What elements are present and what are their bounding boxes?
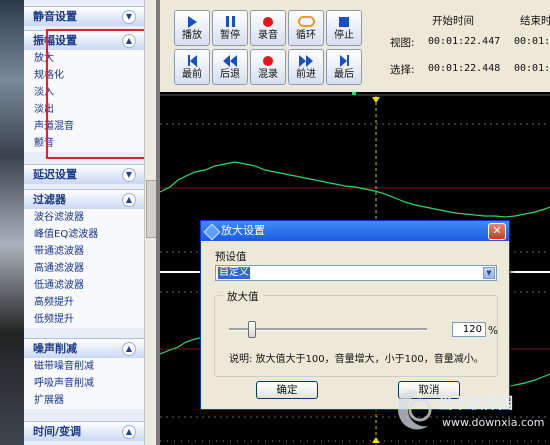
transport-panel: 播放 暂停 录音 循环 停止 最前 后退 混录 前进 最后 开始时间 结束时 视… — [160, 0, 550, 92]
end-time-header: 结束时 — [520, 15, 550, 27]
loop-button[interactable]: 循环 — [288, 10, 324, 46]
group-header-time-pitch[interactable]: 时间/变调 ▲ — [24, 421, 144, 441]
rewind-icon — [213, 53, 247, 68]
app-icon — [203, 223, 221, 241]
dialog-title-bar[interactable]: 放大设置 ✕ — [201, 221, 509, 241]
group-title: 时间/变调 — [33, 425, 82, 438]
effect-item-notch-filter[interactable]: 波谷滤波器 — [24, 209, 144, 226]
button-label: 前进 — [296, 69, 316, 80]
chevron-up-icon[interactable]: ▲ — [122, 425, 136, 439]
amplify-slider-track[interactable] — [229, 328, 427, 331]
amplify-group-label: 放大值 — [223, 289, 263, 304]
amplify-slider-thumb[interactable] — [248, 321, 256, 338]
mix-record-button[interactable]: 混录 — [250, 49, 286, 85]
group-mute: 静音设置 ▼ — [24, 6, 144, 26]
ok-button[interactable]: 确定 — [256, 381, 318, 399]
forward-icon — [289, 53, 323, 68]
go-start-icon — [175, 53, 209, 68]
selection-start-time: 00:01:22.448 — [428, 63, 501, 74]
loop-icon — [297, 16, 315, 27]
group-title: 过滤器 — [33, 193, 66, 206]
selection-label: 选择: — [390, 64, 415, 76]
group-header-noise-reduction[interactable]: 噪声削减 ▲ — [24, 338, 144, 358]
preset-dropdown[interactable]: 自定义 ▼ — [215, 265, 497, 281]
view-start-time: 00:01:22.447 — [428, 36, 501, 47]
group-header-filters[interactable]: 过滤器 ▲ — [24, 189, 144, 209]
pause-icon — [225, 16, 235, 27]
button-label: 最前 — [182, 69, 202, 80]
background-image-strip — [0, 0, 24, 445]
button-label: 最后 — [334, 69, 354, 80]
group-noise-reduction: 噪声削减 ▲ 磁带噪音削减 呼吸声音削减 扩展器 — [24, 338, 144, 409]
forward-button[interactable]: 前进 — [288, 49, 324, 85]
go-end-icon — [327, 53, 361, 68]
watermark: 当下软件园 www.downxia.com — [397, 390, 544, 430]
chevron-down-icon[interactable]: ▼ — [122, 168, 136, 182]
group-title: 静音设置 — [33, 10, 77, 23]
view-label: 视图: — [390, 37, 415, 49]
chevron-down-icon[interactable]: ▼ — [122, 10, 136, 24]
chevron-up-icon[interactable]: ▲ — [122, 342, 136, 356]
play-button[interactable]: 播放 — [174, 10, 210, 46]
percent-unit: % — [488, 325, 498, 337]
group-filters: 过滤器 ▲ 波谷滤波器 峰值EQ滤波器 带通滤波器 高通滤波器 低通滤波器 高频… — [24, 189, 144, 328]
chevron-down-icon[interactable]: ▼ — [483, 267, 495, 279]
button-label: 混录 — [258, 69, 278, 80]
button-label: 暂停 — [220, 30, 240, 41]
watermark-title: 当下软件园 — [438, 394, 513, 412]
stop-button[interactable]: 停止 — [326, 10, 362, 46]
pause-button[interactable]: 暂停 — [212, 10, 248, 46]
button-label: 录音 — [258, 30, 278, 41]
amplify-value-input[interactable]: 120 — [452, 322, 486, 337]
record-icon — [263, 16, 273, 27]
selection-end-time: 00:01: — [514, 63, 550, 74]
effects-sidebar: 静音设置 ▼ 振幅设置 ▲ 放大 规格化 淡入 淡出 声道混音 颤音 延迟设置 … — [24, 0, 160, 445]
dialog-title: 放大设置 — [221, 224, 265, 237]
group-title: 延迟设置 — [33, 168, 77, 181]
play-icon — [187, 15, 197, 28]
preset-label: 预设值 — [215, 251, 247, 263]
rewind-button[interactable]: 后退 — [212, 49, 248, 85]
go-end-button[interactable]: 最后 — [326, 49, 362, 85]
effect-item-expander[interactable]: 扩展器 — [24, 392, 144, 409]
button-label: 循环 — [296, 30, 316, 41]
stop-icon — [339, 16, 349, 27]
watermark-url: www.downxia.com — [442, 416, 544, 429]
chevron-up-icon[interactable]: ▲ — [122, 193, 136, 207]
close-icon[interactable]: ✕ — [488, 223, 506, 240]
group-title: 噪声削减 — [33, 342, 77, 355]
group-header-mute[interactable]: 静音设置 ▼ — [24, 6, 144, 26]
group-delay: 延迟设置 ▼ — [24, 164, 144, 184]
amplify-dialog: 放大设置 ✕ 预设值 自定义 ▼ 放大值 120 % 说明: 放大值大于100，… — [200, 220, 510, 410]
record-button[interactable]: 录音 — [250, 10, 286, 46]
highlight-box — [46, 29, 160, 159]
amplify-note: 说明: 放大值大于100，音量增大，小于100，音量减小。 — [229, 354, 484, 365]
effect-item-bandpass-filter[interactable]: 带通滤波器 — [24, 243, 144, 260]
group-header-delay[interactable]: 延迟设置 ▼ — [24, 164, 144, 184]
button-label: 后退 — [220, 69, 240, 80]
group-time-pitch: 时间/变调 ▲ — [24, 421, 144, 441]
button-label: 停止 — [334, 30, 354, 41]
start-time-header: 开始时间 — [432, 15, 474, 27]
effect-item-lowpass-filter[interactable]: 低通滤波器 — [24, 277, 144, 294]
effect-item-breath-reduction[interactable]: 呼吸声音削减 — [24, 375, 144, 392]
position-marker — [352, 92, 356, 95]
effect-item-tape-noise-reduction[interactable]: 磁带噪音削减 — [24, 358, 144, 375]
effect-item-bass-boost[interactable]: 低频提升 — [24, 311, 144, 328]
effect-item-highpass-filter[interactable]: 高通滤波器 — [24, 260, 144, 277]
effect-item-treble-boost[interactable]: 高频提升 — [24, 294, 144, 311]
preset-value: 自定义 — [218, 267, 250, 279]
watermark-logo-icon — [397, 390, 428, 430]
view-end-time: 00:01: — [514, 36, 550, 47]
effect-item-peak-eq-filter[interactable]: 峰值EQ滤波器 — [24, 226, 144, 243]
button-label: 播放 — [182, 30, 202, 41]
go-start-button[interactable]: 最前 — [174, 49, 210, 85]
mix-record-icon — [263, 55, 273, 66]
